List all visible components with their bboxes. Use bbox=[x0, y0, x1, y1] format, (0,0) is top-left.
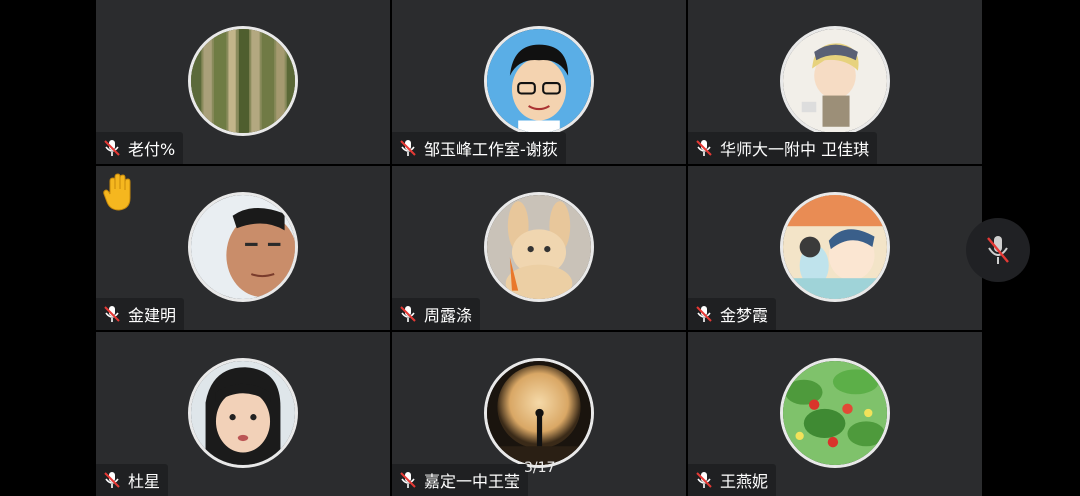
mic-muted-icon bbox=[104, 306, 120, 322]
participant-name: 嘉定一中王莹 bbox=[424, 472, 521, 491]
participant-avatar bbox=[188, 26, 298, 136]
name-tag: 老付% bbox=[96, 132, 184, 164]
mic-muted-icon bbox=[104, 472, 120, 488]
participant-avatar bbox=[780, 26, 890, 136]
mic-muted-icon bbox=[400, 306, 416, 322]
participant-avatar bbox=[188, 192, 298, 302]
raised-hand-icon bbox=[103, 173, 131, 211]
name-tag: 杜星 bbox=[96, 464, 169, 496]
participant-name: 王燕妮 bbox=[720, 472, 769, 491]
participant-avatar bbox=[188, 358, 298, 468]
participant-avatar bbox=[780, 192, 890, 302]
mic-muted-icon bbox=[987, 236, 1009, 264]
participant-name: 金建明 bbox=[128, 306, 177, 325]
mute-toggle-button[interactable] bbox=[966, 218, 1030, 282]
participant-name: 金梦霞 bbox=[720, 306, 769, 325]
name-tag: 嘉定一中王莹 bbox=[392, 464, 529, 496]
name-tag: 邹玉峰工作室-谢荻 bbox=[392, 132, 566, 164]
participant-tile[interactable]: 金建明 bbox=[96, 166, 390, 330]
participant-tile[interactable]: 杜星 bbox=[96, 332, 390, 496]
participant-name: 老付% bbox=[128, 140, 176, 159]
name-tag: 王燕妮 bbox=[688, 464, 777, 496]
participant-avatar bbox=[484, 26, 594, 136]
participant-name: 邹玉峰工作室-谢荻 bbox=[424, 140, 558, 159]
mic-muted-icon bbox=[104, 140, 120, 156]
participant-tile[interactable]: 邹玉峰工作室-谢荻 bbox=[392, 0, 686, 164]
participant-avatar bbox=[780, 358, 890, 468]
mic-muted-icon bbox=[696, 472, 712, 488]
name-tag: 周露涤 bbox=[392, 298, 481, 330]
participant-grid: 老付% 邹玉峰工作室-谢荻 华师大一附中 卫佳琪 金建明 周露涤 金梦霞 杜星 … bbox=[96, 0, 982, 496]
participant-tile[interactable]: 周露涤 bbox=[392, 166, 686, 330]
participant-name: 华师大一附中 卫佳琪 bbox=[720, 140, 870, 159]
name-tag: 金建明 bbox=[96, 298, 185, 330]
page-indicator: 3/17 bbox=[524, 460, 556, 476]
participant-tile[interactable]: 老付% bbox=[96, 0, 390, 164]
mic-muted-icon bbox=[696, 140, 712, 156]
mic-muted-icon bbox=[400, 472, 416, 488]
participant-avatar bbox=[484, 192, 594, 302]
participant-tile[interactable]: 华师大一附中 卫佳琪 bbox=[688, 0, 982, 164]
participant-avatar bbox=[484, 358, 594, 468]
mic-muted-icon bbox=[400, 140, 416, 156]
mic-muted-icon bbox=[696, 306, 712, 322]
participant-tile[interactable]: 金梦霞 bbox=[688, 166, 982, 330]
participant-name: 杜星 bbox=[128, 472, 161, 491]
participant-tile[interactable]: 王燕妮 bbox=[688, 332, 982, 496]
name-tag: 金梦霞 bbox=[688, 298, 777, 330]
name-tag: 华师大一附中 卫佳琪 bbox=[688, 132, 878, 164]
participant-name: 周露涤 bbox=[424, 306, 473, 325]
